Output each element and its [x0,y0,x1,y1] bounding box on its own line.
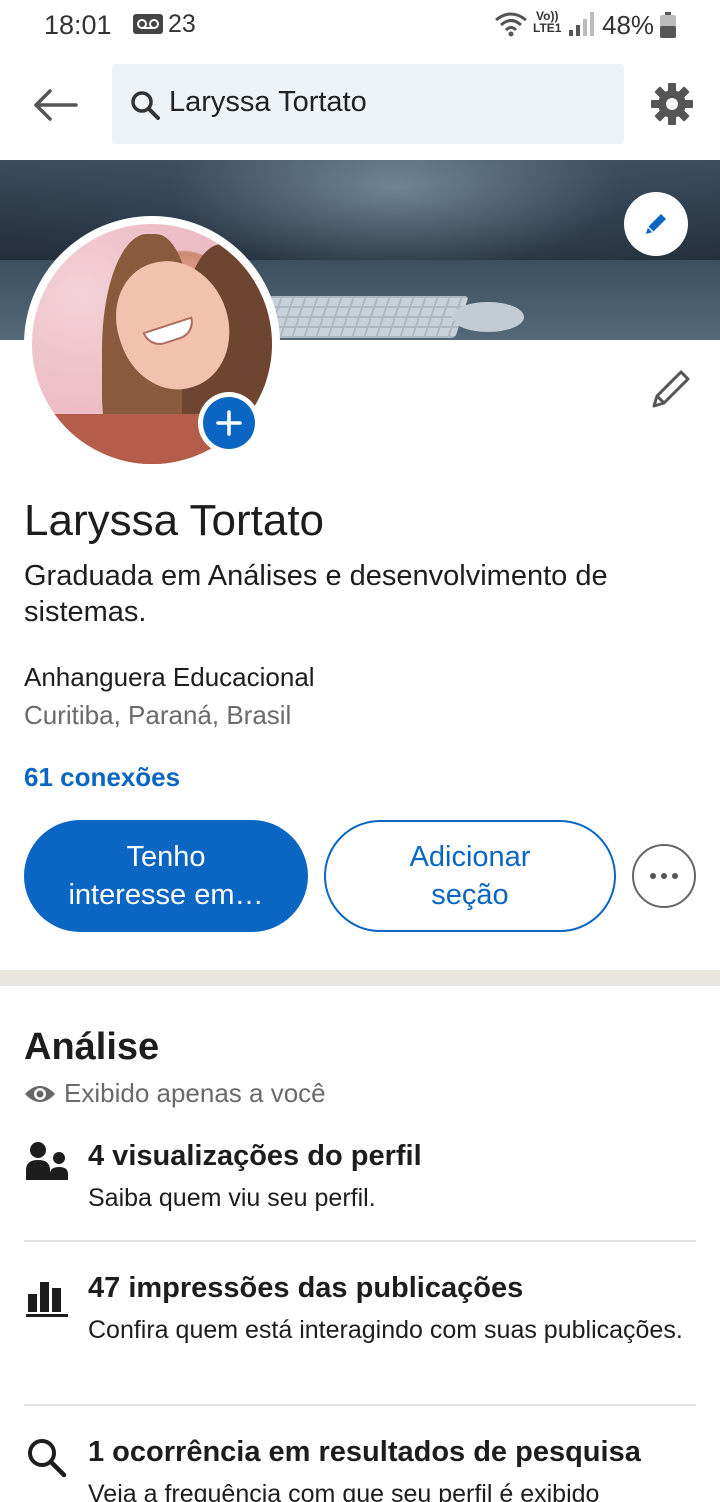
banner-mouse [452,302,524,332]
connections-link[interactable]: 61 conexões [24,762,180,793]
analytics-item-post-impressions[interactable]: 47 impressões das publicações Confira qu… [24,1272,696,1382]
settings-button[interactable] [650,82,694,126]
profile-location: Curitiba, Paraná, Brasil [24,700,292,730]
search-icon [28,1439,67,1478]
pencil-icon [652,370,690,408]
volte-indicator: Vo)) LTE1 [533,9,562,35]
wifi-icon [495,12,527,37]
profile-company: Anhanguera Educacional [24,662,315,692]
people-icon [26,1142,68,1180]
analytics-item-search-appearances[interactable]: 1 ocorrência em resultados de pesquisa V… [24,1436,696,1502]
analytics-visibility: Exibido apenas a você [64,1078,326,1108]
pencil-icon [646,214,666,234]
profile-headline: Graduada em Análises e desenvolvimento d… [24,560,608,628]
top-bar: Laryssa Tortato [0,52,720,160]
open-to-button[interactable]: Tenho interesse em… [24,820,308,932]
gear-icon [651,83,693,125]
profile-name: Laryssa Tortato [24,496,325,545]
battery-percent: 48% [602,10,655,40]
bar-chart-icon [26,1282,68,1317]
back-button[interactable] [30,82,80,128]
add-photo-button[interactable] [198,392,260,454]
analytics-description: Veja a frequência com que seu perfil é e… [88,1480,600,1502]
status-temperature: 23 [168,10,196,38]
banner-keyboard [255,296,469,338]
more-horizontal-icon [650,873,678,879]
search-icon [131,91,160,120]
add-section-button[interactable]: Adicionar seção [324,820,616,932]
eye-icon [25,1086,55,1102]
more-button[interactable] [632,844,696,908]
arrow-left-icon [34,89,78,121]
battery-icon [660,12,676,38]
status-bar: 18:01 23 Vo)) LTE1 48% [0,0,720,52]
analytics-heading: 1 ocorrência em resultados de pesquisa [88,1436,641,1468]
search-query: Laryssa Tortato [169,86,367,118]
analytics-heading: 4 visualizações do perfil [88,1140,422,1172]
plus-icon [216,410,242,436]
analytics-description: Saiba quem viu seu perfil. [88,1184,376,1212]
divider [24,1240,696,1242]
analytics-heading: 47 impressões das publicações [88,1272,524,1304]
section-divider [0,970,720,986]
divider [24,1404,696,1406]
edit-profile-button[interactable] [648,366,694,412]
voicemail-icon [133,14,163,34]
analytics-item-profile-views[interactable]: 4 visualizações do perfil Saiba quem viu… [24,1140,696,1220]
analytics-description: Confira quem está interagindo com suas p… [88,1316,683,1344]
analytics-title: Análise [24,1026,160,1068]
search-input[interactable]: Laryssa Tortato [112,64,624,144]
signal-icon [569,12,594,36]
edit-banner-button[interactable] [624,192,688,256]
status-time: 18:01 [44,10,112,40]
